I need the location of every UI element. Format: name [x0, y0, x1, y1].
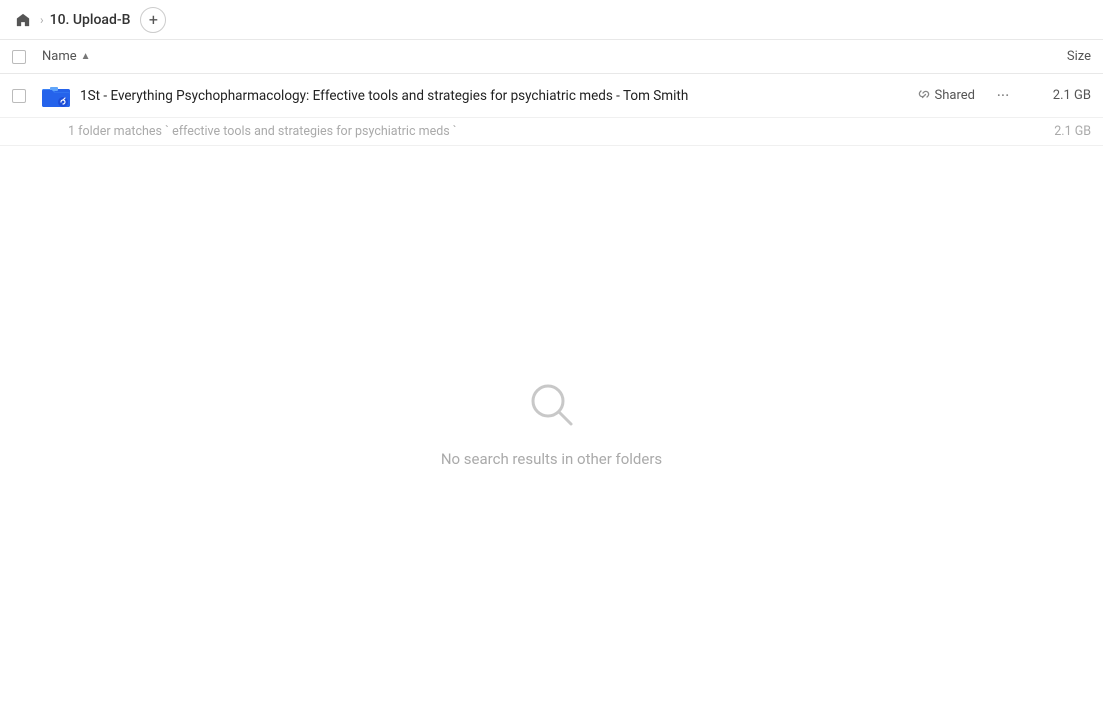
top-bar: › 10. Upload-B + — [0, 0, 1103, 40]
match-size: 2.1 GB — [1054, 124, 1091, 139]
match-info: 1 folder matches ` effective tools and s… — [0, 118, 1103, 146]
home-button[interactable] — [12, 9, 34, 31]
sort-arrow-icon: ▲ — [81, 51, 91, 62]
row-checkbox[interactable] — [12, 89, 32, 103]
file-row[interactable]: 1St - Everything Psychopharmacology: Eff… — [0, 74, 1103, 118]
breadcrumb-label[interactable]: 10. Upload-B — [50, 12, 131, 28]
more-options-button[interactable]: ··· — [991, 84, 1015, 108]
link-icon — [917, 89, 931, 103]
breadcrumb-separator: › — [40, 13, 44, 27]
name-column-header[interactable]: Name ▲ — [42, 49, 1011, 64]
size-column-header[interactable]: Size — [1011, 49, 1091, 64]
shared-badge: Shared — [917, 88, 975, 103]
no-results-search-icon — [525, 378, 579, 436]
match-info-text: 1 folder matches ` effective tools and s… — [68, 124, 457, 139]
add-button[interactable]: + — [140, 7, 166, 33]
column-header: Name ▲ Size — [0, 40, 1103, 74]
folder-icon — [42, 82, 70, 110]
no-results-text: No search results in other folders — [441, 450, 662, 468]
file-name: 1St - Everything Psychopharmacology: Eff… — [80, 88, 917, 104]
shared-label: Shared — [935, 88, 975, 103]
no-results-area: No search results in other folders — [0, 146, 1103, 700]
file-size: 2.1 GB — [1031, 88, 1091, 103]
select-all-checkbox[interactable] — [12, 50, 32, 64]
